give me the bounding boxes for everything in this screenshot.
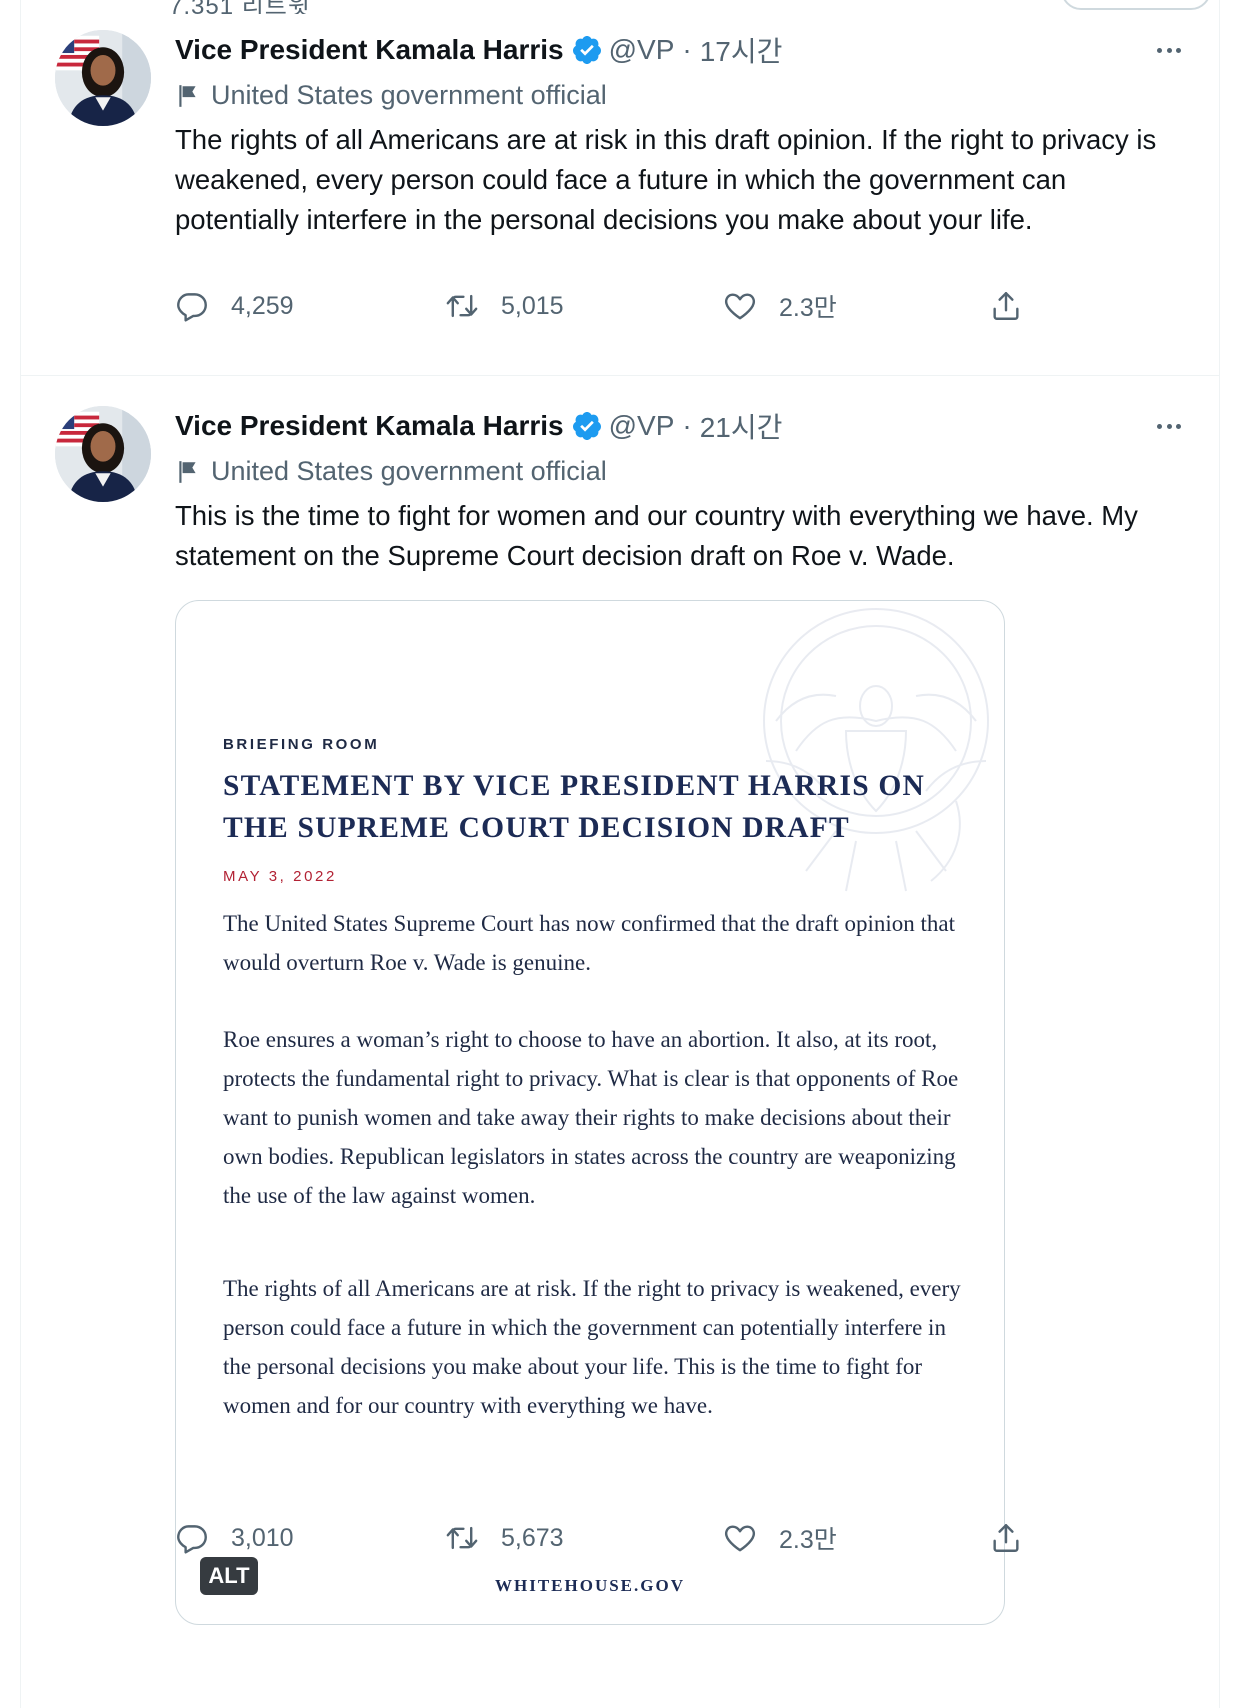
tweet-timestamp[interactable]: 17시간 <box>700 30 783 70</box>
share-button[interactable] <box>989 286 1023 326</box>
flag-icon <box>175 459 201 485</box>
avatar[interactable] <box>55 30 151 126</box>
reply-icon <box>175 1521 209 1555</box>
author-handle[interactable]: @VP <box>609 410 675 442</box>
retweet-count: 5,673 <box>501 1523 564 1552</box>
tweet-image[interactable]: BRIEFING ROOM STATEMENT BY VICE PRESIDEN… <box>175 600 1005 1625</box>
more-icon[interactable] <box>1149 414 1189 438</box>
document-paragraph: The rights of all Americans are at risk.… <box>223 1276 961 1418</box>
document-kicker: BRIEFING ROOM <box>223 736 380 753</box>
separator-dot: · <box>682 410 692 441</box>
retweet-button[interactable]: 5,015 <box>445 286 564 326</box>
retweet-count: 5,015 <box>501 291 564 320</box>
like-button[interactable]: 2.3만 <box>723 1518 837 1558</box>
flag-icon <box>175 83 201 109</box>
like-count: 2.3만 <box>779 1526 837 1554</box>
alt-text-button[interactable]: ALT <box>200 1557 258 1595</box>
timeline: 7,351 리트윗 Vice President Kamala Harris @… <box>20 0 1220 1708</box>
share-button[interactable] <box>989 1518 1023 1558</box>
avatar[interactable] <box>55 406 151 502</box>
reply-count: 3,010 <box>231 1523 294 1552</box>
separator-dot: · <box>682 34 692 65</box>
verified-badge-icon <box>571 34 603 66</box>
share-icon <box>989 1521 1023 1555</box>
government-label[interactable]: United States government official <box>175 80 607 111</box>
tweet-header: Vice President Kamala Harris @VP · 17시간 <box>175 30 782 70</box>
government-label-text: United States government official <box>211 80 607 110</box>
tweet-text: This is the time to fight for women and … <box>175 500 1138 571</box>
retweet-button[interactable]: 5,673 <box>445 1518 564 1558</box>
tweet[interactable]: Vice President Kamala Harris @VP · 21시간 … <box>21 376 1219 1708</box>
action-bar: 4,259 5,015 2.3만 <box>175 286 1035 326</box>
action-bar: 3,010 5,673 2.3만 <box>175 1518 1035 1558</box>
share-icon <box>989 289 1023 323</box>
retweet-icon <box>445 1521 479 1555</box>
document-paragraph: The United States Supreme Court has now … <box>223 911 956 975</box>
government-label-text: United States government official <box>211 456 607 486</box>
tweet-timestamp[interactable]: 21시간 <box>700 406 783 446</box>
document-site-footer: WHITEHOUSE.GOV <box>494 1576 685 1595</box>
document-paragraph: Roe ensures a woman’s right to choose to… <box>223 1027 959 1208</box>
retweet-icon <box>445 289 479 323</box>
reply-icon <box>175 289 209 323</box>
reply-count: 4,259 <box>231 291 294 320</box>
verified-badge-icon <box>571 410 603 442</box>
reply-button[interactable]: 3,010 <box>175 1518 294 1558</box>
document-title: STATEMENT BY VICE PRESIDENT HARRIS ON TH… <box>223 770 926 844</box>
government-label[interactable]: United States government official <box>175 456 607 487</box>
like-count: 2.3만 <box>779 294 837 322</box>
heart-icon <box>723 1521 757 1555</box>
presidential-seal-watermark <box>736 601 1005 921</box>
like-button[interactable]: 2.3만 <box>723 286 837 326</box>
tweet-header: Vice President Kamala Harris @VP · 21시간 <box>175 406 782 446</box>
author-name[interactable]: Vice President Kamala Harris <box>175 410 564 442</box>
more-icon[interactable] <box>1149 38 1189 62</box>
tweet-text: The rights of all Americans are at risk … <box>175 124 1157 235</box>
tweet[interactable]: Vice President Kamala Harris @VP · 17시간 … <box>21 0 1219 376</box>
author-name[interactable]: Vice President Kamala Harris <box>175 34 564 66</box>
author-handle[interactable]: @VP <box>609 34 675 66</box>
heart-icon <box>723 289 757 323</box>
document-date: MAY 3, 2022 <box>223 868 337 885</box>
reply-button[interactable]: 4,259 <box>175 286 294 326</box>
